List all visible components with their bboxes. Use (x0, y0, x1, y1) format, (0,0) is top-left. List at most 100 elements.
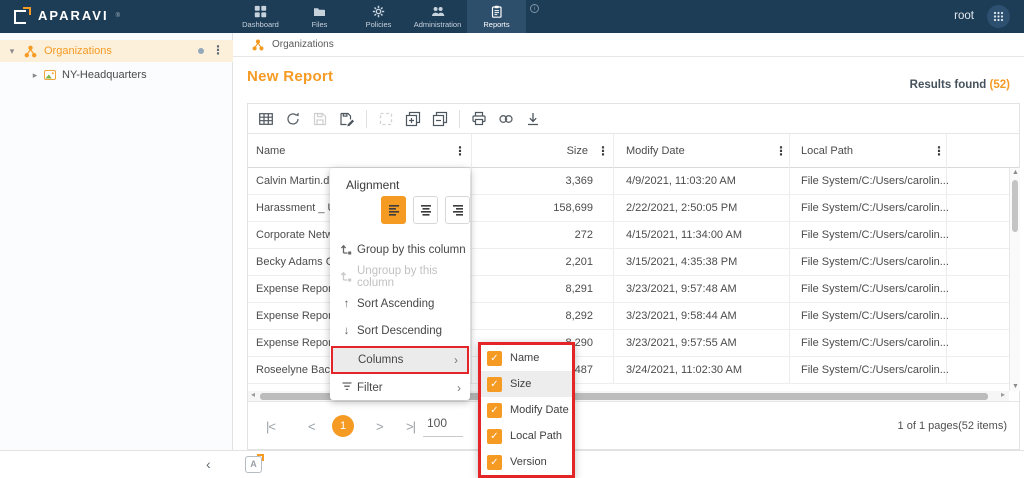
site-icon (44, 69, 56, 81)
column-header-modify-date[interactable]: Modify Date (626, 134, 685, 168)
cell-name: Expense Repor (256, 303, 332, 330)
download-icon[interactable] (525, 111, 541, 127)
column-header-size[interactable]: Size (448, 134, 588, 168)
cell-modify-date: 2/22/2021, 2:50:05 PM (626, 195, 737, 222)
pager-current-page[interactable]: 1 (332, 415, 354, 437)
save-as-icon[interactable] (339, 111, 355, 127)
pager-next-button[interactable]: > (376, 402, 383, 451)
menu-item-label: Sort Descending (357, 325, 442, 337)
grid-header-row: Name ⋮ Size ⋮ Modify Date ⋮ Local Path ⋮ (248, 134, 1019, 168)
collapse-all-icon[interactable] (432, 111, 448, 127)
menu-item-filter[interactable]: Filter › (330, 374, 470, 401)
tab-dashboard[interactable]: Dashboard (231, 0, 290, 33)
chevron-right-icon[interactable]: ▸ (26, 70, 44, 81)
column-header-local-path[interactable]: Local Path (801, 134, 853, 168)
page-title: New Report (247, 68, 333, 85)
table-view-icon[interactable] (258, 111, 274, 127)
checkbox-checked-icon[interactable]: ✓ (487, 455, 502, 470)
tab-reports[interactable]: Reports (467, 0, 526, 33)
sidebar-collapse-icon[interactable]: ‹ (206, 456, 211, 472)
menu-item-sort-descending[interactable]: ↓ Sort Descending (330, 317, 470, 344)
toolbar-divider (366, 110, 367, 128)
results-found: Results found (52) (910, 79, 1010, 91)
menu-item-label: Group by this column (357, 244, 466, 256)
apps-grid-icon (993, 11, 1004, 22)
pager-last-button[interactable]: >| (406, 402, 415, 451)
cell-modify-date: 3/23/2021, 9:57:55 AM (626, 330, 737, 357)
cell-local-path: File System/C:/Users/carolin... (801, 249, 949, 276)
submenu-item-name[interactable]: ✓ Name (481, 345, 572, 371)
tree-item-ny-headquarters[interactable]: ▸ NY-Headquarters (0, 64, 233, 86)
top-navigation-bar: APARAVI ® Dashboard Files Policies Admin… (0, 0, 1024, 33)
apps-grid-button[interactable] (987, 5, 1010, 28)
align-center-icon (419, 203, 433, 217)
align-center-button[interactable] (413, 196, 438, 224)
breadcrumb-label[interactable]: Organizations (272, 39, 334, 50)
submenu-item-modify-date[interactable]: ✓ Modify Date (481, 397, 572, 423)
vertical-scrollbar[interactable]: ▲ ▼ (1009, 168, 1020, 391)
menu-item-ungroup: Ungroup by this column (330, 263, 470, 290)
cell-name: Corporate Netw (256, 222, 333, 249)
column-header-name[interactable]: Name (256, 134, 285, 168)
toolbar-divider (459, 110, 460, 128)
tree-item-label: NY-Headquarters (62, 69, 147, 81)
align-left-button[interactable] (381, 196, 406, 224)
cell-local-path: File System/C:/Users/carolin... (801, 195, 949, 222)
footer-logo-corner (257, 454, 264, 461)
page-size-select[interactable]: 100 (423, 413, 463, 437)
cell-local-path: File System/C:/Users/carolin... (801, 222, 949, 249)
expand-all-icon[interactable] (405, 111, 421, 127)
footer-aparavi-logo: A (245, 456, 262, 473)
menu-item-group-by[interactable]: Group by this column (330, 236, 470, 263)
align-right-button[interactable] (445, 196, 470, 224)
scroll-up-icon[interactable]: ▲ (1012, 169, 1019, 176)
tree-item-menu-icon[interactable]: ⋮ (212, 43, 224, 57)
vertical-scrollbar-thumb[interactable] (1012, 180, 1018, 232)
scroll-left-icon[interactable]: ◂ (251, 390, 255, 399)
info-icon[interactable]: i (530, 4, 539, 13)
sort-ascending-icon: ↑ (339, 298, 354, 310)
chevron-down-icon[interactable]: ▾ (0, 46, 24, 57)
scroll-down-icon[interactable]: ▼ (1012, 383, 1019, 390)
column-menu-icon-modify-date[interactable]: ⋮ (775, 134, 787, 168)
column-menu-icon-local-path[interactable]: ⋮ (933, 134, 945, 168)
column-menu-icon-size[interactable]: ⋮ (597, 134, 609, 168)
results-label: Results found (910, 79, 990, 91)
dashboard-icon (254, 5, 267, 18)
menu-item-columns[interactable]: Columns › (331, 346, 469, 374)
pager-prev-button[interactable]: < (308, 402, 315, 451)
checkbox-checked-icon[interactable]: ✓ (487, 351, 502, 366)
submenu-chevron-icon: › (454, 353, 458, 367)
submenu-item-label: Size (510, 378, 531, 390)
tree-item-label: Organizations (44, 45, 112, 57)
menu-item-label: Columns (358, 354, 403, 366)
tab-administration[interactable]: Administration (408, 0, 467, 33)
cell-name: Expense Repor (256, 330, 332, 357)
menu-item-sort-ascending[interactable]: ↑ Sort Ascending (330, 290, 470, 317)
footer-logo-letter: A (250, 459, 257, 469)
user-name[interactable]: root (954, 10, 974, 22)
print-icon[interactable] (471, 111, 487, 127)
ungroup-icon (339, 269, 354, 285)
submenu-item-local-path[interactable]: ✓ Local Path (481, 423, 572, 449)
columns-submenu: ✓ Name ✓ Size ✓ Modify Date ✓ Local Path… (478, 342, 575, 478)
tree-item-organizations[interactable]: ▾ Organizations ⋮ (0, 40, 233, 62)
tab-files[interactable]: Files (290, 0, 349, 33)
tab-policies[interactable]: Policies (349, 0, 408, 33)
submenu-item-version[interactable]: ✓ Version (481, 449, 572, 475)
cell-name: Calvin Martin.d (256, 168, 329, 195)
column-context-menu: Alignment Group by this column Ungroup b… (330, 168, 470, 400)
link-icon[interactable] (498, 111, 514, 127)
submenu-item-size[interactable]: ✓ Size (481, 371, 572, 397)
checkbox-checked-icon[interactable]: ✓ (487, 403, 502, 418)
aparavi-report-screen: { "app": {"brand": "APARAVI", "brand_mar… (0, 0, 1024, 478)
menu-item-label: Ungroup by this column (357, 265, 470, 289)
grid-toolbar (248, 104, 1019, 134)
checkbox-checked-icon[interactable]: ✓ (487, 377, 502, 392)
scroll-right-icon[interactable]: ▸ (1001, 390, 1005, 399)
refresh-icon[interactable] (285, 111, 301, 127)
sidebar-tree: ▾ Organizations ⋮ ▸ NY-Headquarters (0, 33, 233, 450)
pager-first-button[interactable]: |< (266, 402, 275, 451)
checkbox-checked-icon[interactable]: ✓ (487, 429, 502, 444)
breadcrumb: Organizations (233, 33, 1024, 57)
